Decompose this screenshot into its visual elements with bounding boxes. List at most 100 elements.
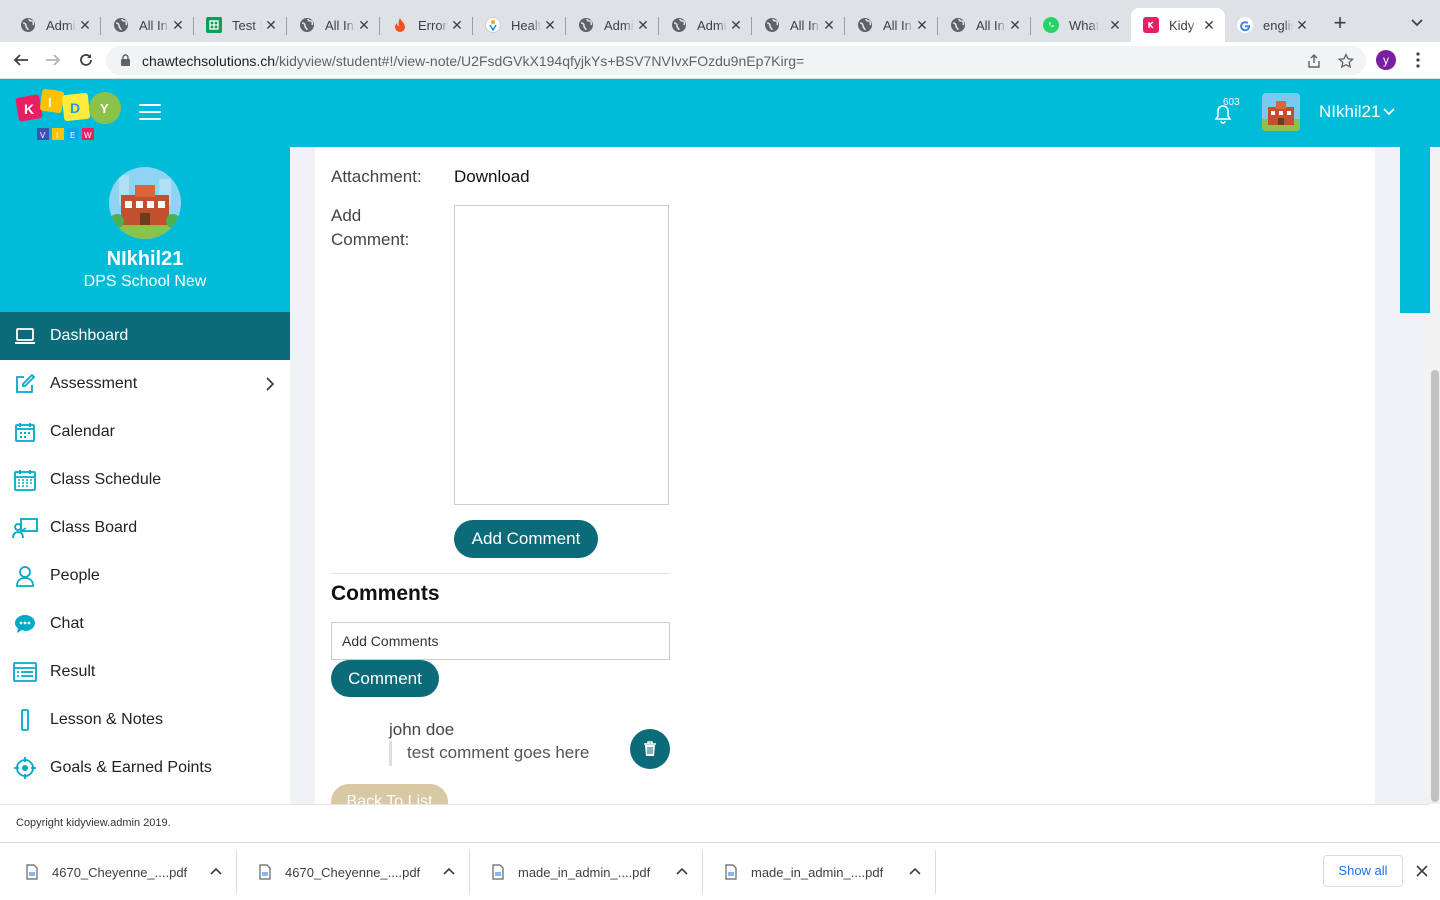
add-comment-label: Add Comment: xyxy=(331,206,410,249)
chevron-up-icon[interactable] xyxy=(676,867,688,875)
download-item[interactable]: 4670_Cheyenne_....pdf xyxy=(4,850,237,894)
trash-icon xyxy=(644,741,656,756)
header-accent-stripe xyxy=(1400,147,1430,313)
sidebar-item-class-board[interactable]: Class Board xyxy=(0,504,290,552)
page-scrollbar-thumb[interactable] xyxy=(1431,370,1439,802)
browser-tab-strip: Admin ✕ All Ins ✕ Test S ✕ All Ins ✕ Err… xyxy=(0,0,1440,42)
sidebar-item-dashboard[interactable]: Dashboard xyxy=(0,312,290,360)
tab-close-icon[interactable]: ✕ xyxy=(356,17,372,33)
sidebar-item-label: People xyxy=(50,567,100,584)
tab-close-icon[interactable]: ✕ xyxy=(1201,17,1217,33)
tab-close-icon[interactable]: ✕ xyxy=(542,17,558,33)
svg-text:I: I xyxy=(48,95,52,110)
delete-comment-button[interactable] xyxy=(630,729,670,769)
tab-close-icon[interactable]: ✕ xyxy=(449,17,465,33)
tab-close-icon[interactable]: ✕ xyxy=(77,17,93,33)
chevron-up-icon[interactable] xyxy=(443,867,455,875)
star-icon[interactable] xyxy=(1338,53,1354,69)
kidyview-logo[interactable]: K I D Y V I E W xyxy=(15,86,123,144)
browser-tab[interactable]: All Ins ✕ xyxy=(752,8,845,42)
sidebar-item-result[interactable]: Result xyxy=(0,648,290,696)
browser-tab[interactable]: What ✕ xyxy=(1031,8,1131,42)
sidebar-item-chat[interactable]: Chat xyxy=(0,600,290,648)
fire-icon xyxy=(392,17,408,33)
browser-tab[interactable]: All Ins ✕ xyxy=(938,8,1031,42)
close-icon[interactable] xyxy=(1415,864,1429,878)
comment-submit-button[interactable]: Comment xyxy=(331,660,439,697)
forward-arrow-icon[interactable] xyxy=(44,51,62,69)
download-filename: made_in_admin_....pdf xyxy=(751,865,884,880)
class-board-icon xyxy=(12,515,38,541)
download-link[interactable]: Download xyxy=(454,165,530,189)
back-arrow-icon[interactable] xyxy=(12,51,30,69)
tab-close-icon[interactable]: ✕ xyxy=(914,17,930,33)
browser-tab[interactable]: Admin ✕ xyxy=(566,8,659,42)
browser-tab[interactable]: Admin ✕ xyxy=(659,8,752,42)
tab-close-icon[interactable]: ✕ xyxy=(263,17,279,33)
chevron-up-icon[interactable] xyxy=(210,867,222,875)
header-username[interactable]: NIkhil21 xyxy=(1319,102,1380,122)
new-tab-button[interactable]: + xyxy=(1331,12,1349,34)
health-icon xyxy=(485,17,501,33)
copyright-text: Copyright kidyview.admin 2019. xyxy=(16,817,171,829)
download-item[interactable]: 4670_Cheyenne_....pdf xyxy=(237,850,470,894)
sidebar-item-goals[interactable]: Goals & Earned Points xyxy=(0,744,290,792)
file-icon xyxy=(259,864,271,880)
menu-dots-icon[interactable] xyxy=(1414,51,1422,69)
browser-tab[interactable]: Health ✕ xyxy=(473,8,566,42)
svg-text:E: E xyxy=(70,131,75,140)
show-all-downloads-button[interactable]: Show all xyxy=(1323,855,1403,887)
chevron-down-icon[interactable] xyxy=(1410,16,1424,30)
svg-text:D: D xyxy=(70,100,80,116)
browser-tab-active[interactable]: Kidy ✕ xyxy=(1131,8,1225,42)
download-item[interactable]: made_in_admin_....pdf xyxy=(470,850,703,894)
browser-tab[interactable]: All Ins ✕ xyxy=(101,8,194,42)
browser-tab[interactable]: All Ins ✕ xyxy=(287,8,380,42)
tab-close-icon[interactable]: ✕ xyxy=(635,17,651,33)
user-avatar[interactable] xyxy=(1262,93,1300,131)
sidebar-item-label: Assessment xyxy=(50,375,138,392)
browser-tab[interactable]: Error ✕ xyxy=(380,8,473,42)
reload-icon[interactable] xyxy=(77,51,95,69)
sidebar-item-lesson-notes[interactable]: Lesson & Notes xyxy=(0,696,290,744)
chevron-down-icon[interactable] xyxy=(1383,108,1395,116)
comment-quote-bar xyxy=(389,741,392,766)
address-bar[interactable]: chawtechsolutions.ch/kidyview/student#!/… xyxy=(106,46,1366,75)
tab-close-icon[interactable]: ✕ xyxy=(728,17,744,33)
sidebar-item-label: Chat xyxy=(50,615,84,632)
browser-toolbar: chawtechsolutions.ch/kidyview/student#!/… xyxy=(0,42,1440,79)
svg-text:Y: Y xyxy=(100,101,109,116)
sidebar-item-people[interactable]: People xyxy=(0,552,290,600)
tab-close-icon[interactable]: ✕ xyxy=(1007,17,1023,33)
tab-close-icon[interactable]: ✕ xyxy=(1107,17,1123,33)
browser-tab[interactable]: All Ins ✕ xyxy=(845,8,938,42)
sidebar-item-class-schedule[interactable]: Class Schedule xyxy=(0,456,290,504)
hamburger-menu-button[interactable] xyxy=(139,104,161,122)
sheets-icon xyxy=(206,17,222,33)
comments-input[interactable] xyxy=(331,622,670,660)
tab-close-icon[interactable]: ✕ xyxy=(821,17,837,33)
share-icon[interactable] xyxy=(1306,53,1322,69)
add-comment-button[interactable]: Add Comment xyxy=(454,520,598,558)
browser-tab[interactable]: Admin ✕ xyxy=(8,8,101,42)
profile-avatar[interactable]: y xyxy=(1376,50,1396,70)
sidebar-item-calendar[interactable]: Calendar xyxy=(0,408,290,456)
browser-tab[interactable]: englis ✕ xyxy=(1225,8,1318,42)
back-to-list-button[interactable]: Back To List xyxy=(331,784,448,804)
chevron-up-icon[interactable] xyxy=(909,867,921,875)
section-divider xyxy=(331,573,670,574)
sidebar-item-label: Calendar xyxy=(50,423,115,440)
result-icon xyxy=(12,659,38,685)
download-item[interactable]: made_in_admin_....pdf xyxy=(703,850,936,894)
sidebar-item-label: Class Schedule xyxy=(50,471,162,488)
sidebar-item-assessment[interactable]: Assessment xyxy=(0,360,290,408)
sidebar-school-name: DPS School New xyxy=(83,273,207,290)
globe-icon xyxy=(671,17,687,33)
chevron-right-icon xyxy=(266,377,274,391)
notification-count: 603 xyxy=(1223,97,1240,108)
tab-close-icon[interactable]: ✕ xyxy=(170,17,186,33)
add-comment-textarea[interactable] xyxy=(454,205,669,505)
browser-tab[interactable]: Test S ✕ xyxy=(194,8,287,42)
tab-close-icon[interactable]: ✕ xyxy=(1294,17,1310,33)
app-header: K I D Y V I E W 603 NIkhil21 xyxy=(0,79,1440,147)
